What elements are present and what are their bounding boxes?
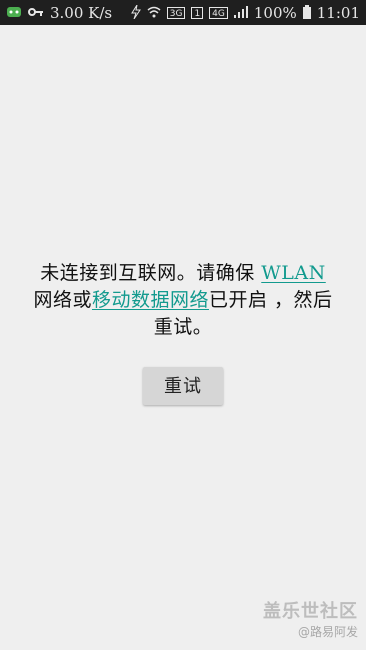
error-content: 未连接到互联网。请确保 WLAN 网络或移动数据网络已开启 ，然后 重试。 重试 <box>0 260 366 405</box>
sim-icon: 1 <box>191 7 204 19</box>
status-left: 3.00 K/s <box>6 4 112 22</box>
key-icon <box>28 6 44 21</box>
wlan-settings-link[interactable]: WLAN <box>261 262 326 284</box>
error-text-line2-suffix: 已开启 ，然后 <box>208 289 333 311</box>
network-speed: 3.00 K/s <box>50 4 113 22</box>
retry-button[interactable]: 重试 <box>143 367 223 405</box>
data-off-icon <box>130 4 141 22</box>
battery-icon <box>302 4 311 22</box>
error-message: 未连接到互联网。请确保 WLAN 网络或移动数据网络已开启 ，然后 重试。 <box>18 260 348 341</box>
error-text-line1: 未连接到互联网。请确保 <box>40 262 262 284</box>
mobile-data-settings-link[interactable]: 移动数据网络 <box>92 289 209 311</box>
network-type-3g: 3G <box>166 7 186 19</box>
clock: 11:01 <box>316 4 360 22</box>
status-right: 3G 1 4G 100% 11:01 <box>130 4 360 22</box>
network-type-4g: 4G <box>209 7 228 19</box>
status-bar: 3.00 K/s 3G 1 4G 100% 11:01 <box>0 0 366 25</box>
battery-percent: 100% <box>253 4 297 22</box>
watermark: 盖乐世社区 @路易阿发 <box>263 597 358 640</box>
screen: 3.00 K/s 3G 1 4G 100% 11:01 未连接到互联网。请确保 … <box>0 0 366 650</box>
signal-icon <box>233 5 248 21</box>
app-notification-icon <box>6 5 22 22</box>
error-text-line2-prefix: 网络或 <box>33 289 92 311</box>
error-text-line3: 重试。 <box>153 316 213 338</box>
watermark-user: @路易阿发 <box>297 625 358 639</box>
wifi-icon <box>147 6 161 21</box>
watermark-brand: 盖乐世社区 <box>263 601 358 622</box>
